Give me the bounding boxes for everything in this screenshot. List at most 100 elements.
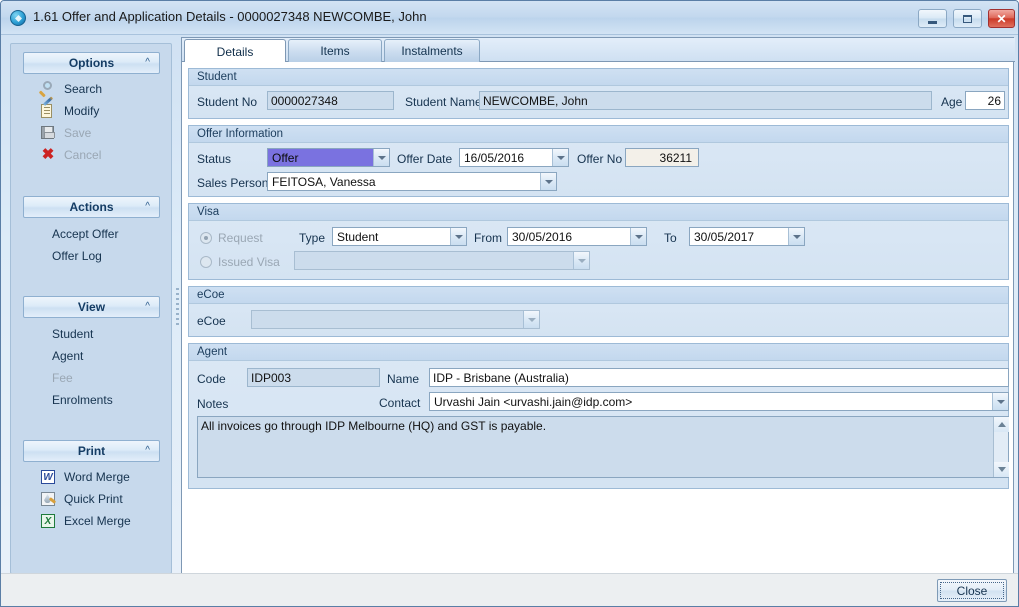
offer-date-picker[interactable]: 16/05/2016 [459,148,569,167]
visa-to-date-picker[interactable]: 30/05/2017 [689,227,805,246]
age-input[interactable] [965,91,1005,110]
sidebar-group-header-print[interactable]: Print ^ [23,440,160,462]
sidebar-item-label: Enrolments [52,393,113,407]
modify-icon [39,103,57,119]
tab-instalments[interactable]: Instalments [384,39,480,62]
agent-notes-label: Notes [197,397,228,411]
offer-group-title: Offer Information [189,126,1008,143]
panel-splitter[interactable] [173,43,181,574]
sidebar-item-save[interactable]: Save [39,123,91,143]
chevron-down-icon[interactable] [540,173,556,190]
visa-request-label: Request [218,231,263,245]
sidebar-item-accept-offer[interactable]: Accept Offer [52,224,118,244]
title-bar: 1.61 Offer and Application Details - 000… [1,1,1018,35]
ecoe-group-title: eCoe [189,287,1008,304]
tab-items[interactable]: Items [288,39,382,62]
agent-notes-textarea[interactable]: All invoices go through IDP Melbourne (H… [197,416,1009,478]
sidebar-item-modify[interactable]: Modify [39,101,99,121]
visa-request-radio[interactable] [200,232,212,244]
sidebar-item-search[interactable]: Search [39,79,102,99]
issued-visa-radio[interactable] [200,256,212,268]
sidebar-item-fee[interactable]: Fee [52,368,73,388]
visa-group-title: Visa [189,204,1008,221]
sidebar-item-quick-print[interactable]: Quick Print [39,489,123,509]
issued-visa-combobox[interactable] [294,251,590,270]
chevron-down-icon[interactable] [450,228,466,245]
visa-type-combobox[interactable]: Student [332,227,467,246]
chevron-up-icon: ^ [145,58,150,68]
ecoe-combobox[interactable] [251,310,540,329]
sidebar-group-header-options[interactable]: Options ^ [23,52,160,74]
chevron-down-icon[interactable] [373,149,389,166]
scroll-down-icon[interactable] [994,462,1009,477]
sidebar-item-cancel[interactable]: ✖ Cancel [39,145,101,165]
issued-visa-value [294,251,590,270]
sidebar-item-label: Quick Print [64,492,123,506]
sales-person-combobox[interactable]: FEITOSA, Vanessa [267,172,557,191]
offer-no-input[interactable] [625,148,699,167]
status-combobox[interactable]: Offer [267,148,390,167]
sidebar-group-header-actions[interactable]: Actions ^ [23,196,160,218]
visa-type-label: Type [299,231,325,245]
student-no-label: Student No [197,95,257,109]
chevron-down-icon[interactable] [630,228,646,245]
agent-code-label: Code [197,372,226,386]
agent-group: Agent Code Name Notes Contact Urvashi Ja… [188,343,1009,489]
chevron-up-icon: ^ [145,302,150,312]
chevron-down-icon[interactable] [573,252,589,269]
sidebar-item-label: Student [52,327,93,341]
chevron-up-icon: ^ [145,446,150,456]
sidebar-item-offer-log[interactable]: Offer Log [52,246,102,266]
scroll-up-icon[interactable] [994,417,1009,432]
chevron-down-icon[interactable] [992,393,1008,410]
close-icon: ✕ [989,10,1014,27]
excel-icon: X [39,513,57,529]
focus-ring [940,582,1004,599]
sidebar-item-label: Offer Log [52,249,102,263]
agent-code-input[interactable] [247,368,380,387]
minimize-button[interactable] [918,9,947,28]
sidebar-item-agent[interactable]: Agent [52,346,83,366]
tab-label: Instalments [401,44,462,58]
agent-contact-combobox[interactable]: Urvashi Jain <urvashi.jain@idp.com> [429,392,1009,411]
student-name-input[interactable] [479,91,932,110]
offer-information-group: Offer Information Status Offer Offer Dat… [188,125,1009,197]
sidebar-item-student[interactable]: Student [52,324,93,344]
sidebar-item-label: Word Merge [64,470,130,484]
visa-from-label: From [474,231,502,245]
agent-contact-label: Contact [379,396,420,410]
chevron-down-icon[interactable] [788,228,804,245]
splitter-grip-icon [176,288,179,326]
sidebar-item-enrolments[interactable]: Enrolments [52,390,113,410]
sidebar-item-word-merge[interactable]: W Word Merge [39,467,130,487]
visa-to-label: To [664,231,677,245]
sidebar-group-title: Print [78,444,105,458]
visa-from-date-picker[interactable]: 30/05/2016 [507,227,647,246]
chevron-down-icon[interactable] [523,311,539,328]
ecoe-group: eCoe eCoe [188,286,1009,337]
sidebar-item-label: Agent [52,349,83,363]
agent-name-input[interactable] [429,368,1009,387]
close-window-button[interactable]: ✕ [988,9,1015,28]
details-tab-body: Student Student No Student Name Age Offe… [182,62,1013,573]
sidebar-item-label: Search [64,82,102,96]
chevron-down-icon[interactable] [552,149,568,166]
content-panel: Details Items Instalments Student Studen… [181,37,1014,574]
window-title: 1.61 Offer and Application Details - 000… [33,9,427,24]
sidebar-item-label: Fee [52,371,73,385]
visa-from-value: 30/05/2016 [507,227,647,246]
notes-scrollbar[interactable] [993,417,1008,477]
sidebar-group-title: View [78,300,105,314]
tab-details[interactable]: Details [184,39,286,63]
agent-group-title: Agent [189,344,1008,361]
close-button[interactable]: Close [937,579,1007,602]
visa-group: Visa Request Type Student From 30/05/201… [188,203,1009,280]
word-icon: W [39,469,57,485]
maximize-button[interactable] [953,9,982,28]
tab-strip: Details Items Instalments [182,38,1015,62]
student-no-input[interactable] [267,91,394,110]
sidebar-item-label: Accept Offer [52,227,118,241]
sidebar-group-header-view[interactable]: View ^ [23,296,160,318]
ecoe-value [251,310,540,329]
sidebar-item-excel-merge[interactable]: X Excel Merge [39,511,131,531]
